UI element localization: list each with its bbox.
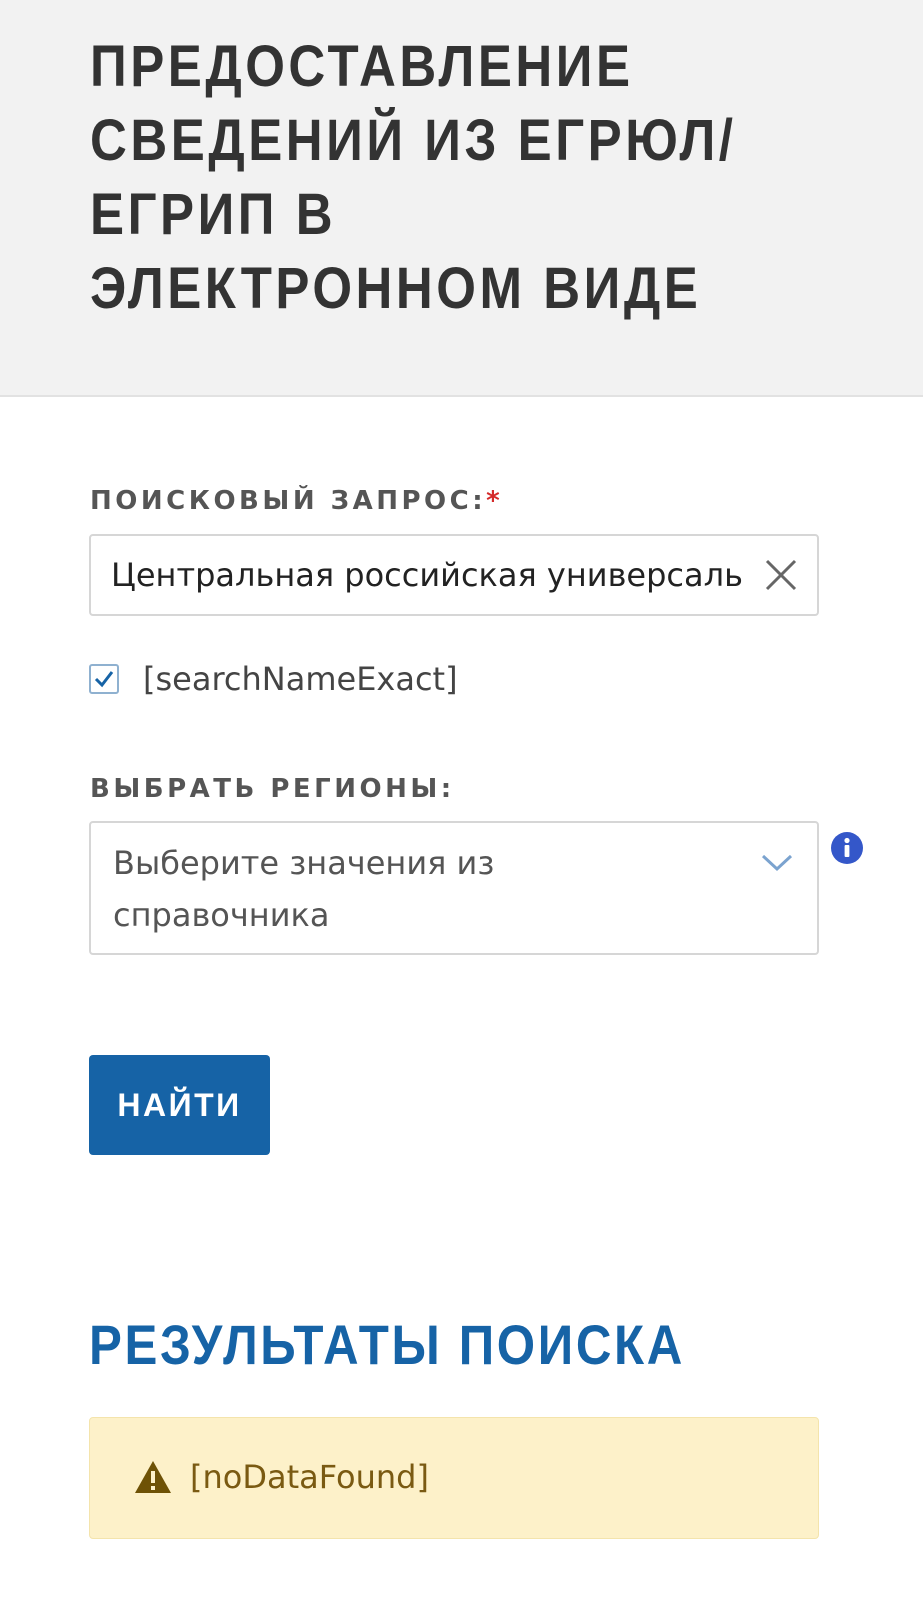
search-input[interactable] bbox=[111, 536, 751, 614]
info-icon[interactable] bbox=[831, 832, 863, 864]
regions-select[interactable]: Выберите значения из справочника bbox=[89, 821, 819, 955]
no-results-alert: [noDataFound] bbox=[89, 1417, 819, 1539]
query-label-text: Поисковый запрос: bbox=[90, 486, 487, 516]
query-label: Поисковый запрос:* bbox=[90, 486, 503, 516]
no-results-message: [noDataFound] bbox=[190, 1458, 429, 1496]
close-icon[interactable] bbox=[761, 555, 801, 595]
warning-icon bbox=[134, 1460, 172, 1494]
results-title: Результаты поиска bbox=[89, 1313, 686, 1376]
search-button[interactable]: Найти bbox=[89, 1055, 270, 1155]
search-input-box[interactable] bbox=[89, 534, 819, 616]
required-star: * bbox=[486, 486, 504, 516]
exact-match-label: [searchNameExact] bbox=[143, 660, 458, 698]
check-icon bbox=[94, 671, 114, 688]
regions-label: Выбрать регионы: bbox=[90, 774, 455, 804]
chevron-down-icon bbox=[759, 847, 795, 877]
page-header: Предоставление сведений из ЕГРЮЛ/ ЕГРИП … bbox=[0, 0, 923, 397]
page-title: Предоставление сведений из ЕГРЮЛ/ ЕГРИП … bbox=[90, 34, 737, 321]
regions-placeholder: Выберите значения из справочника bbox=[113, 844, 495, 934]
exact-match-checkbox[interactable] bbox=[89, 664, 119, 694]
exact-match-option[interactable]: [searchNameExact] bbox=[89, 656, 458, 702]
